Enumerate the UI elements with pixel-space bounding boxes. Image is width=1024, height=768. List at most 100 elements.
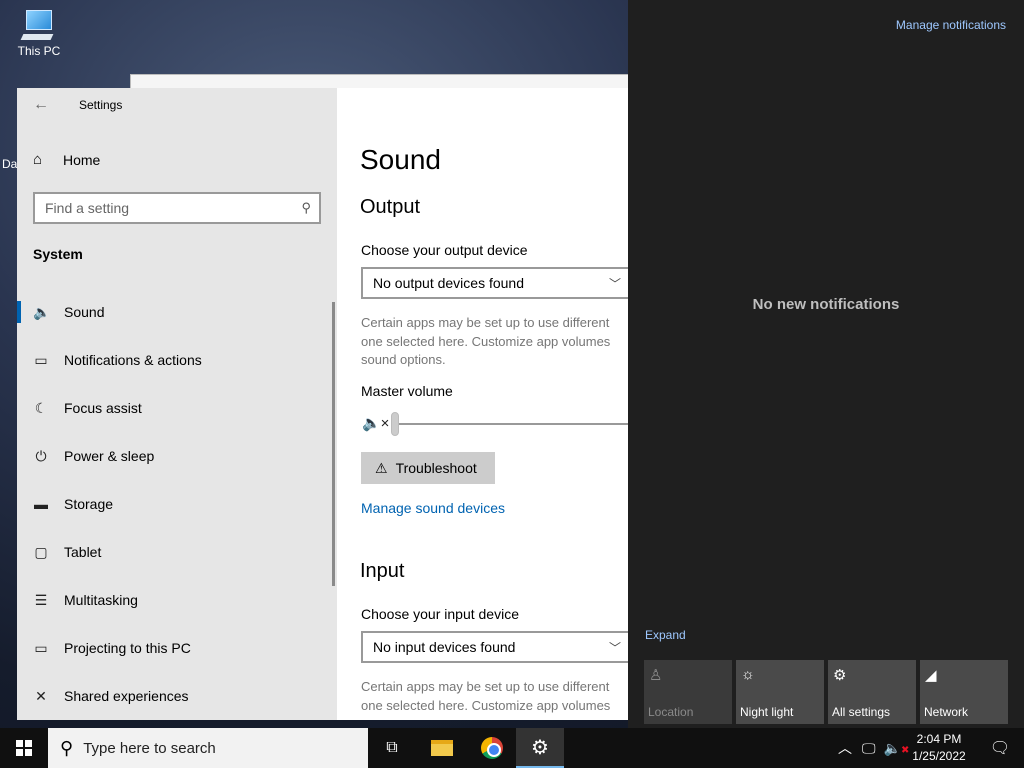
sidebar-item-power-sleep[interactable]: ⏻ Power & sleep — [17, 432, 337, 480]
start-button[interactable] — [0, 728, 48, 768]
sidebar-item-label: Notifications & actions — [64, 352, 202, 368]
input-description-line-2: one selected here. Customize app volumes — [361, 698, 611, 713]
chevron-up-icon[interactable]: ︿ — [838, 738, 852, 758]
storage-icon: ▬ — [34, 496, 48, 512]
taskbar: ⚲ Type here to search ⧉ ⚙ ︿ 🖵 🔈✖ 2:04 PM… — [0, 728, 1024, 768]
manage-sound-devices-link[interactable]: Manage sound devices — [361, 500, 505, 516]
input-device-dropdown[interactable]: No input devices found ﹀ — [361, 631, 628, 663]
sidebar-item-label: Focus assist — [64, 400, 142, 416]
output-heading: Output — [360, 196, 421, 218]
output-description-line-1: Certain apps may be set up to use differ… — [361, 315, 610, 330]
master-volume-slider-track[interactable] — [393, 423, 628, 425]
task-view-button[interactable]: ⧉ — [368, 728, 416, 768]
network-icon: ◢ — [925, 667, 937, 684]
sidebar-item-tablet[interactable]: ▢ Tablet — [17, 528, 337, 576]
sidebar-item-label: Projecting to this PC — [64, 640, 191, 656]
sidebar-item-label: Tablet — [64, 544, 102, 560]
sidebar-item-notifications-actions[interactable]: ▭ Notifications & actions — [17, 336, 337, 384]
output-device-dropdown[interactable]: No output devices found ﹀ — [361, 267, 628, 299]
task-view-icon: ⧉ — [386, 739, 398, 756]
folder-icon — [431, 740, 453, 756]
sidebar-item-focus-assist[interactable]: ☾ Focus assist — [17, 384, 337, 432]
home-label: Home — [63, 152, 101, 168]
chrome-icon — [481, 737, 503, 759]
settings-nav-list: 🔈 Sound ▭ Notifications & actions ☾ Focu… — [17, 288, 337, 720]
this-pc-desktop-icon[interactable]: This PC — [14, 8, 64, 58]
sidebar-item-label: Sound — [64, 304, 105, 320]
search-icon: ⚲ — [301, 200, 311, 215]
input-device-value: No input devices found — [373, 639, 516, 655]
clock-time: 2:04 PM — [916, 732, 962, 746]
sidebar-item-shared-experiences[interactable]: ✕ Shared experiences — [17, 672, 337, 720]
quick-action-label: All settings — [832, 705, 891, 719]
section-label-system: System — [33, 246, 83, 262]
sound-settings-content: Sound Output Choose your output device N… — [337, 88, 628, 720]
sidebar-item-label: Storage — [64, 496, 114, 512]
action-center-button[interactable]: 🗨 — [976, 728, 1024, 768]
windows-logo-icon — [16, 740, 32, 756]
taskbar-search-placeholder: Type here to search — [83, 739, 216, 757]
multitasking-icon: ☰ — [34, 591, 48, 608]
taskbar-clock[interactable]: 2:04 PM 1/25/2022 — [906, 731, 972, 765]
volume-muted-icon: 🔈× — [362, 415, 390, 432]
sidebar-item-sound[interactable]: 🔈 Sound — [17, 288, 337, 336]
chrome-button[interactable] — [468, 728, 516, 768]
network-tray-icon[interactable]: 🖵 — [862, 740, 876, 757]
sidebar-item-projecting[interactable]: ▭ Projecting to this PC — [17, 624, 337, 672]
no-notifications-message: No new notifications — [752, 296, 900, 313]
night-light-icon: ☼ — [741, 666, 755, 683]
settings-window-title: Settings — [79, 98, 123, 112]
page-title: Sound — [360, 144, 441, 175]
troubleshoot-button[interactable]: ⚠ Troubleshoot — [361, 452, 495, 484]
home-nav-item[interactable]: ⌂ Home — [33, 151, 101, 169]
quick-action-label: Night light — [740, 705, 794, 719]
input-description-line-1: Certain apps may be set up to use differ… — [361, 679, 610, 694]
computer-icon — [20, 8, 56, 40]
output-description-line-3: sound options. — [361, 352, 446, 367]
search-icon: ⚲ — [60, 737, 74, 758]
input-device-label: Choose your input device — [361, 606, 519, 622]
back-arrow-icon[interactable]: ← — [33, 96, 49, 114]
search-placeholder: Find a setting — [45, 200, 130, 216]
sidebar-item-label: Multitasking — [64, 592, 138, 608]
file-explorer-button[interactable] — [418, 728, 466, 768]
sidebar-item-storage[interactable]: ▬ Storage — [17, 480, 337, 528]
system-tray: ︿ 🖵 🔈✖ — [838, 728, 909, 768]
chevron-down-icon: ﹀ — [608, 277, 621, 291]
manage-notifications-link[interactable]: Manage notifications — [896, 18, 1006, 32]
speaker-icon: 🔈 — [33, 303, 51, 320]
notifications-icon: ▭ — [34, 351, 48, 368]
sidebar-scrollbar[interactable] — [332, 302, 335, 586]
quick-action-location[interactable]: ♙ Location — [644, 660, 732, 724]
desktop-icon-partial-label[interactable]: Da — [2, 157, 17, 171]
output-device-value: No output devices found — [373, 275, 524, 291]
troubleshoot-label: Troubleshoot — [395, 460, 477, 476]
quick-action-all-settings[interactable]: ⚙ All settings — [828, 660, 916, 724]
taskbar-search-box[interactable]: ⚲ Type here to search — [48, 728, 368, 768]
sidebar-item-multitasking[interactable]: ☰ Multitasking — [17, 576, 337, 624]
output-device-label: Choose your output device — [361, 242, 528, 258]
gear-icon: ⚙ — [833, 667, 847, 684]
home-icon: ⌂ — [33, 151, 43, 168]
warning-icon: ⚠ — [375, 459, 388, 476]
expand-quick-actions-link[interactable]: Expand — [645, 628, 686, 642]
this-pc-label: This PC — [17, 44, 61, 58]
input-heading: Input — [360, 560, 405, 582]
quick-action-label: Network — [924, 705, 969, 719]
settings-taskbar-button[interactable]: ⚙ — [516, 728, 564, 768]
sidebar-item-label: Power & sleep — [64, 448, 155, 464]
sidebar-item-label: Shared experiences — [64, 688, 189, 704]
quick-action-network[interactable]: ◢ Network — [920, 660, 1008, 724]
quick-action-tiles: ♙ Location ☼ Night light ⚙ All settings … — [644, 660, 1008, 724]
output-description-line-2: one selected here. Customize app volumes — [361, 334, 611, 349]
tablet-icon: ▢ — [34, 543, 48, 560]
settings-sidebar: ← Settings ⌂ Home Find a setting ⚲ Syste… — [17, 88, 337, 720]
gear-icon: ⚙ — [531, 736, 549, 759]
shared-experiences-icon: ✕ — [35, 687, 47, 704]
clock-date: 1/25/2022 — [912, 749, 966, 763]
find-setting-search-input[interactable]: Find a setting ⚲ — [33, 192, 321, 224]
quick-action-night-light[interactable]: ☼ Night light — [736, 660, 824, 724]
settings-window: ← Settings ⌂ Home Find a setting ⚲ Syste… — [17, 88, 628, 720]
master-volume-slider-thumb[interactable] — [391, 412, 399, 436]
notification-icon: 🗨 — [989, 740, 1011, 757]
